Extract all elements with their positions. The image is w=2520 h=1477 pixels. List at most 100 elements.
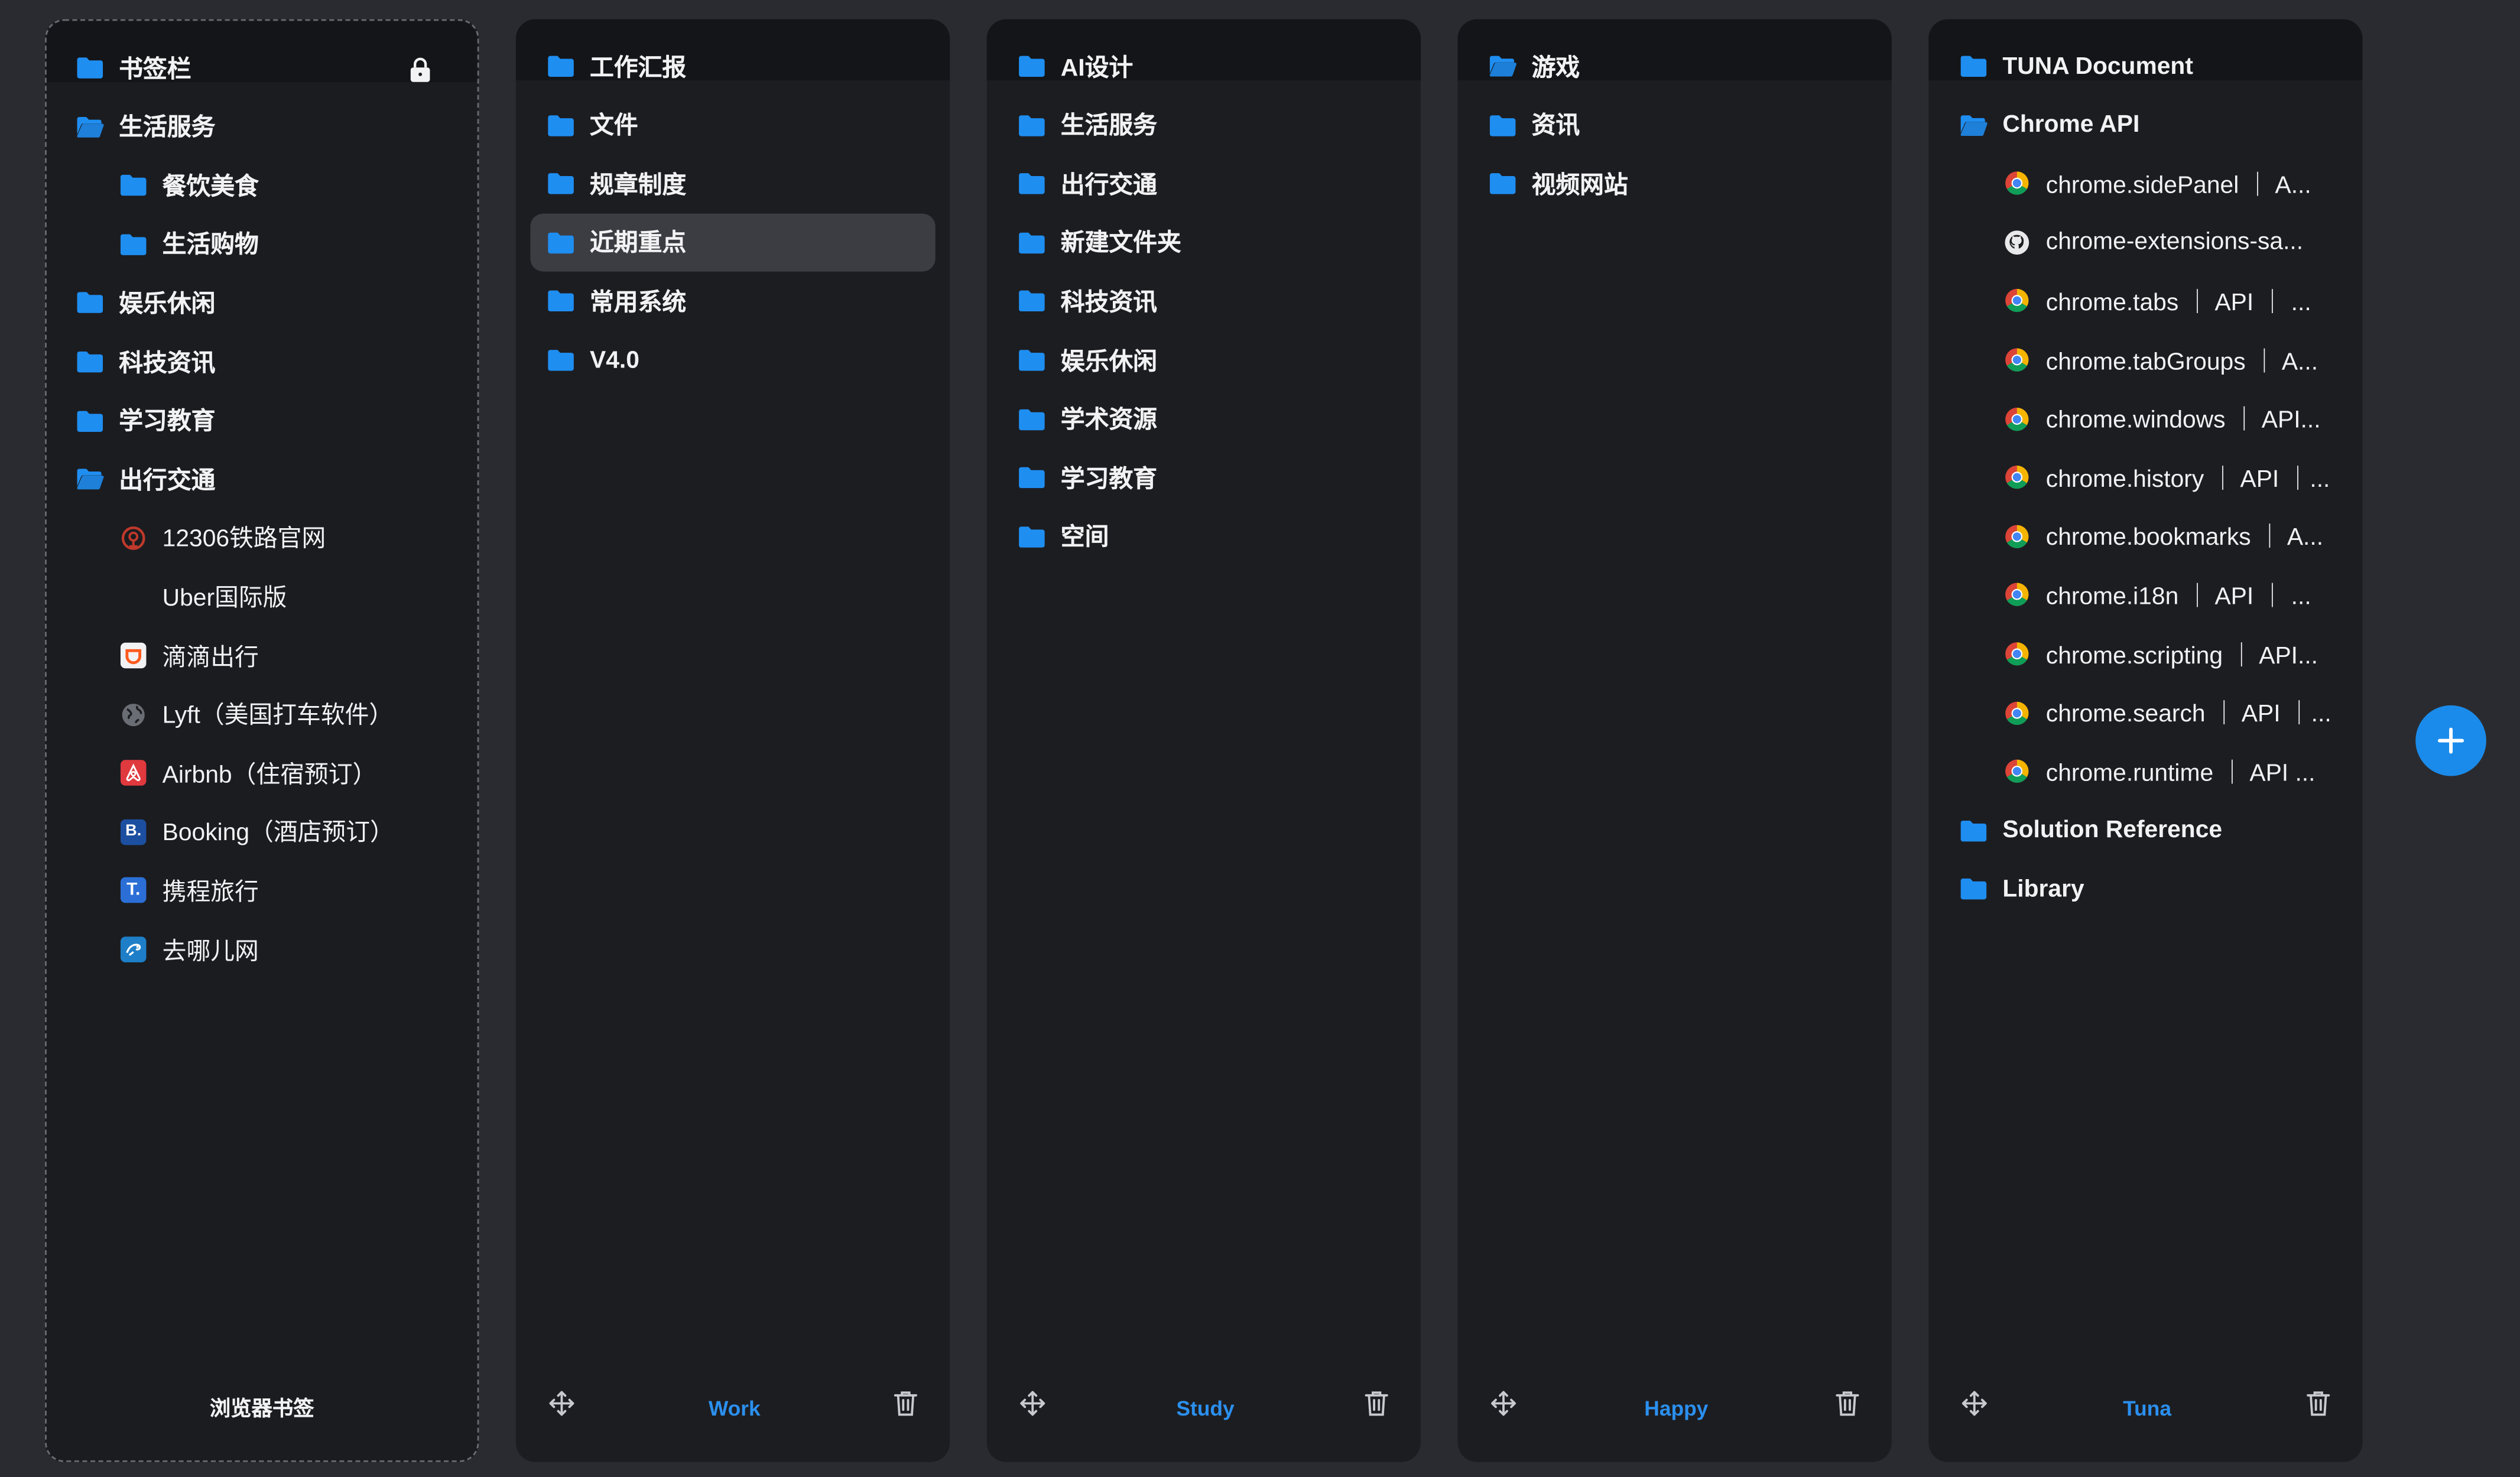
bookmark-link[interactable]: Uber国际版 bbox=[119, 568, 452, 626]
bookmark-link[interactable]: chrome.history ｜ API ｜... bbox=[2002, 448, 2333, 506]
folder-item[interactable]: AI设计 bbox=[1017, 37, 1392, 95]
folder-item[interactable]: V4.0 bbox=[547, 331, 921, 389]
folder-item[interactable]: 科技资讯 bbox=[76, 333, 452, 391]
folder-item[interactable]: 科技资讯 bbox=[1017, 272, 1392, 330]
bookmark-board: 书签栏 生活服务 餐饮美食 生活购物 娱乐休闲 科技资讯 学习教育 出行交通 12306铁路官网… bbox=[0, 0, 2520, 1476]
trip-icon: T. bbox=[119, 876, 148, 905]
folder-item[interactable]: Solution Reference bbox=[1959, 801, 2334, 859]
folder-item[interactable]: 生活服务 bbox=[76, 97, 452, 155]
folder-icon bbox=[1017, 51, 1046, 80]
folder-label: V4.0 bbox=[590, 346, 639, 374]
folder-item[interactable]: 文件 bbox=[547, 96, 921, 154]
folder-label: 常用系统 bbox=[590, 289, 687, 317]
folder-item[interactable]: 空间 bbox=[1017, 507, 1392, 565]
column-name[interactable]: Happy bbox=[1644, 1395, 1708, 1420]
delete-column-button[interactable] bbox=[1836, 1390, 1860, 1425]
folder-item[interactable]: 娱乐休闲 bbox=[1017, 331, 1392, 389]
folder-item[interactable]: 学习教育 bbox=[1017, 448, 1392, 506]
bookmark-label: Booking（酒店预订） bbox=[162, 819, 394, 847]
folder-icon bbox=[76, 347, 105, 376]
delete-column-button[interactable] bbox=[1365, 1390, 1389, 1425]
bookmark-link[interactable]: chrome-extensions-sa... bbox=[2002, 213, 2333, 271]
folder-label: 空间 bbox=[1060, 524, 1109, 552]
move-icon bbox=[1020, 1391, 1045, 1416]
add-column-button[interactable] bbox=[2415, 705, 2486, 776]
folder-label: AI设计 bbox=[1060, 54, 1134, 82]
folder-item[interactable]: 出行交通 bbox=[76, 450, 452, 508]
folder-item[interactable]: 书签栏 bbox=[76, 38, 452, 96]
bookmark-link[interactable]: chrome.bookmarks ｜ A... bbox=[2002, 507, 2333, 565]
chrome-icon bbox=[2002, 698, 2031, 727]
move-column-button[interactable] bbox=[548, 1390, 575, 1425]
column-name[interactable]: Study bbox=[1176, 1395, 1234, 1420]
bookmark-column: 工作汇报文件规章制度近期重点常用系统 V4.0 Work bbox=[515, 19, 950, 1462]
folder-item[interactable]: 工作汇报 bbox=[547, 37, 921, 95]
bookmark-link[interactable]: chrome.tabGroups ｜ A... bbox=[2002, 331, 2333, 389]
bookmark-link[interactable]: chrome.windows ｜ API... bbox=[2002, 390, 2333, 448]
lock-icon[interactable] bbox=[408, 56, 433, 92]
column-name[interactable]: Work bbox=[709, 1395, 761, 1420]
folder-item[interactable]: 生活服务 bbox=[1017, 96, 1392, 154]
bookmark-link[interactable]: B. Booking（酒店预订） bbox=[119, 803, 452, 861]
bookmark-link[interactable]: chrome.i18n ｜ API ｜ ... bbox=[2002, 566, 2333, 624]
bookmark-column: 书签栏 生活服务 餐饮美食 生活购物娱乐休闲科技资讯学习教育出行交通 12306铁路官网… bbox=[45, 19, 479, 1462]
didi-icon bbox=[119, 641, 148, 670]
bookmark-link[interactable]: T. 携程旅行 bbox=[119, 862, 452, 920]
bookmark-link[interactable]: Airbnb（住宿预订） bbox=[119, 744, 452, 802]
trash-icon bbox=[1836, 1391, 1859, 1416]
bookmark-link[interactable]: chrome.search ｜ API ｜... bbox=[2002, 684, 2333, 741]
folder-label: 工作汇报 bbox=[590, 54, 687, 82]
folder-label: 出行交通 bbox=[1060, 171, 1158, 199]
folder-label: Chrome API bbox=[2002, 110, 2140, 139]
folder-label: 规章制度 bbox=[590, 171, 687, 199]
airbnb-icon bbox=[119, 759, 148, 788]
folder-label: 学术资源 bbox=[1060, 406, 1158, 434]
move-column-button[interactable] bbox=[1490, 1390, 1517, 1425]
column-footer: Work bbox=[516, 1388, 950, 1427]
folder-item[interactable]: 餐饮美食 bbox=[119, 156, 452, 214]
folder-icon bbox=[1017, 463, 1046, 492]
folder-icon bbox=[76, 406, 105, 435]
folder-item[interactable]: Chrome API bbox=[1959, 96, 2334, 154]
folder-item[interactable]: 常用系统 bbox=[547, 272, 921, 330]
folder-item[interactable]: TUNA Document bbox=[1959, 37, 2334, 95]
folder-item[interactable]: 娱乐休闲 bbox=[76, 274, 452, 331]
folder-item[interactable]: Library bbox=[1959, 860, 2334, 918]
bookmark-label: chrome.tabs ｜ API ｜ ... bbox=[2045, 289, 2311, 317]
bookmark-link[interactable]: 12306铁路官网 bbox=[119, 509, 452, 567]
bookmark-link[interactable]: Lyft（美国打车软件） bbox=[119, 685, 452, 743]
folder-item[interactable]: 资讯 bbox=[1488, 96, 1863, 154]
delete-column-button[interactable] bbox=[2306, 1390, 2330, 1425]
folder-label: 近期重点 bbox=[590, 230, 687, 258]
folder-item[interactable]: 学习教育 bbox=[76, 391, 452, 449]
folder-item[interactable]: 游戏 bbox=[1488, 37, 1863, 95]
folder-icon bbox=[1017, 110, 1046, 139]
move-column-button[interactable] bbox=[1019, 1390, 1046, 1425]
delete-column-button[interactable] bbox=[894, 1390, 918, 1425]
folder-item[interactable]: 生活购物 bbox=[119, 215, 452, 273]
bookmark-link[interactable]: chrome.sidePanel ｜ A... bbox=[2002, 155, 2333, 213]
move-icon bbox=[1962, 1391, 1987, 1416]
bookmark-link[interactable]: chrome.scripting ｜ API... bbox=[2002, 625, 2333, 683]
bookmark-link[interactable]: 去哪儿网 bbox=[119, 920, 452, 978]
folder-label: 游戏 bbox=[1531, 54, 1580, 82]
bookmark-label: chrome.windows ｜ API... bbox=[2045, 406, 2321, 434]
column-name[interactable]: Tuna bbox=[2123, 1395, 2171, 1420]
bookmark-column: AI设计生活服务出行交通新建文件夹 科技资讯 娱乐休闲学术资源学习教育空间 Study bbox=[986, 19, 1421, 1462]
move-column-button[interactable] bbox=[1961, 1390, 1988, 1425]
bookmark-link[interactable]: chrome.tabs ｜ API ｜ ... bbox=[2002, 272, 2333, 330]
folder-item[interactable]: 规章制度 bbox=[547, 155, 921, 213]
folder-item[interactable]: 新建文件夹 bbox=[1017, 213, 1392, 271]
folder-label: 学习教育 bbox=[119, 408, 216, 436]
folder-item[interactable]: 出行交通 bbox=[1017, 155, 1392, 213]
folder-label: 生活服务 bbox=[1060, 112, 1158, 140]
folder-icon bbox=[547, 346, 576, 375]
folder-icon bbox=[1017, 228, 1046, 257]
folder-label: Library bbox=[2002, 875, 2084, 903]
folder-item[interactable]: 近期重点 bbox=[547, 213, 921, 271]
folder-item[interactable]: 学术资源 bbox=[1017, 390, 1392, 448]
folder-label: 娱乐休闲 bbox=[119, 290, 216, 318]
bookmark-link[interactable]: chrome.runtime ｜ API ... bbox=[2002, 743, 2333, 801]
folder-item[interactable]: 视频网站 bbox=[1488, 155, 1863, 213]
bookmark-link[interactable]: 滴滴出行 bbox=[119, 627, 452, 685]
